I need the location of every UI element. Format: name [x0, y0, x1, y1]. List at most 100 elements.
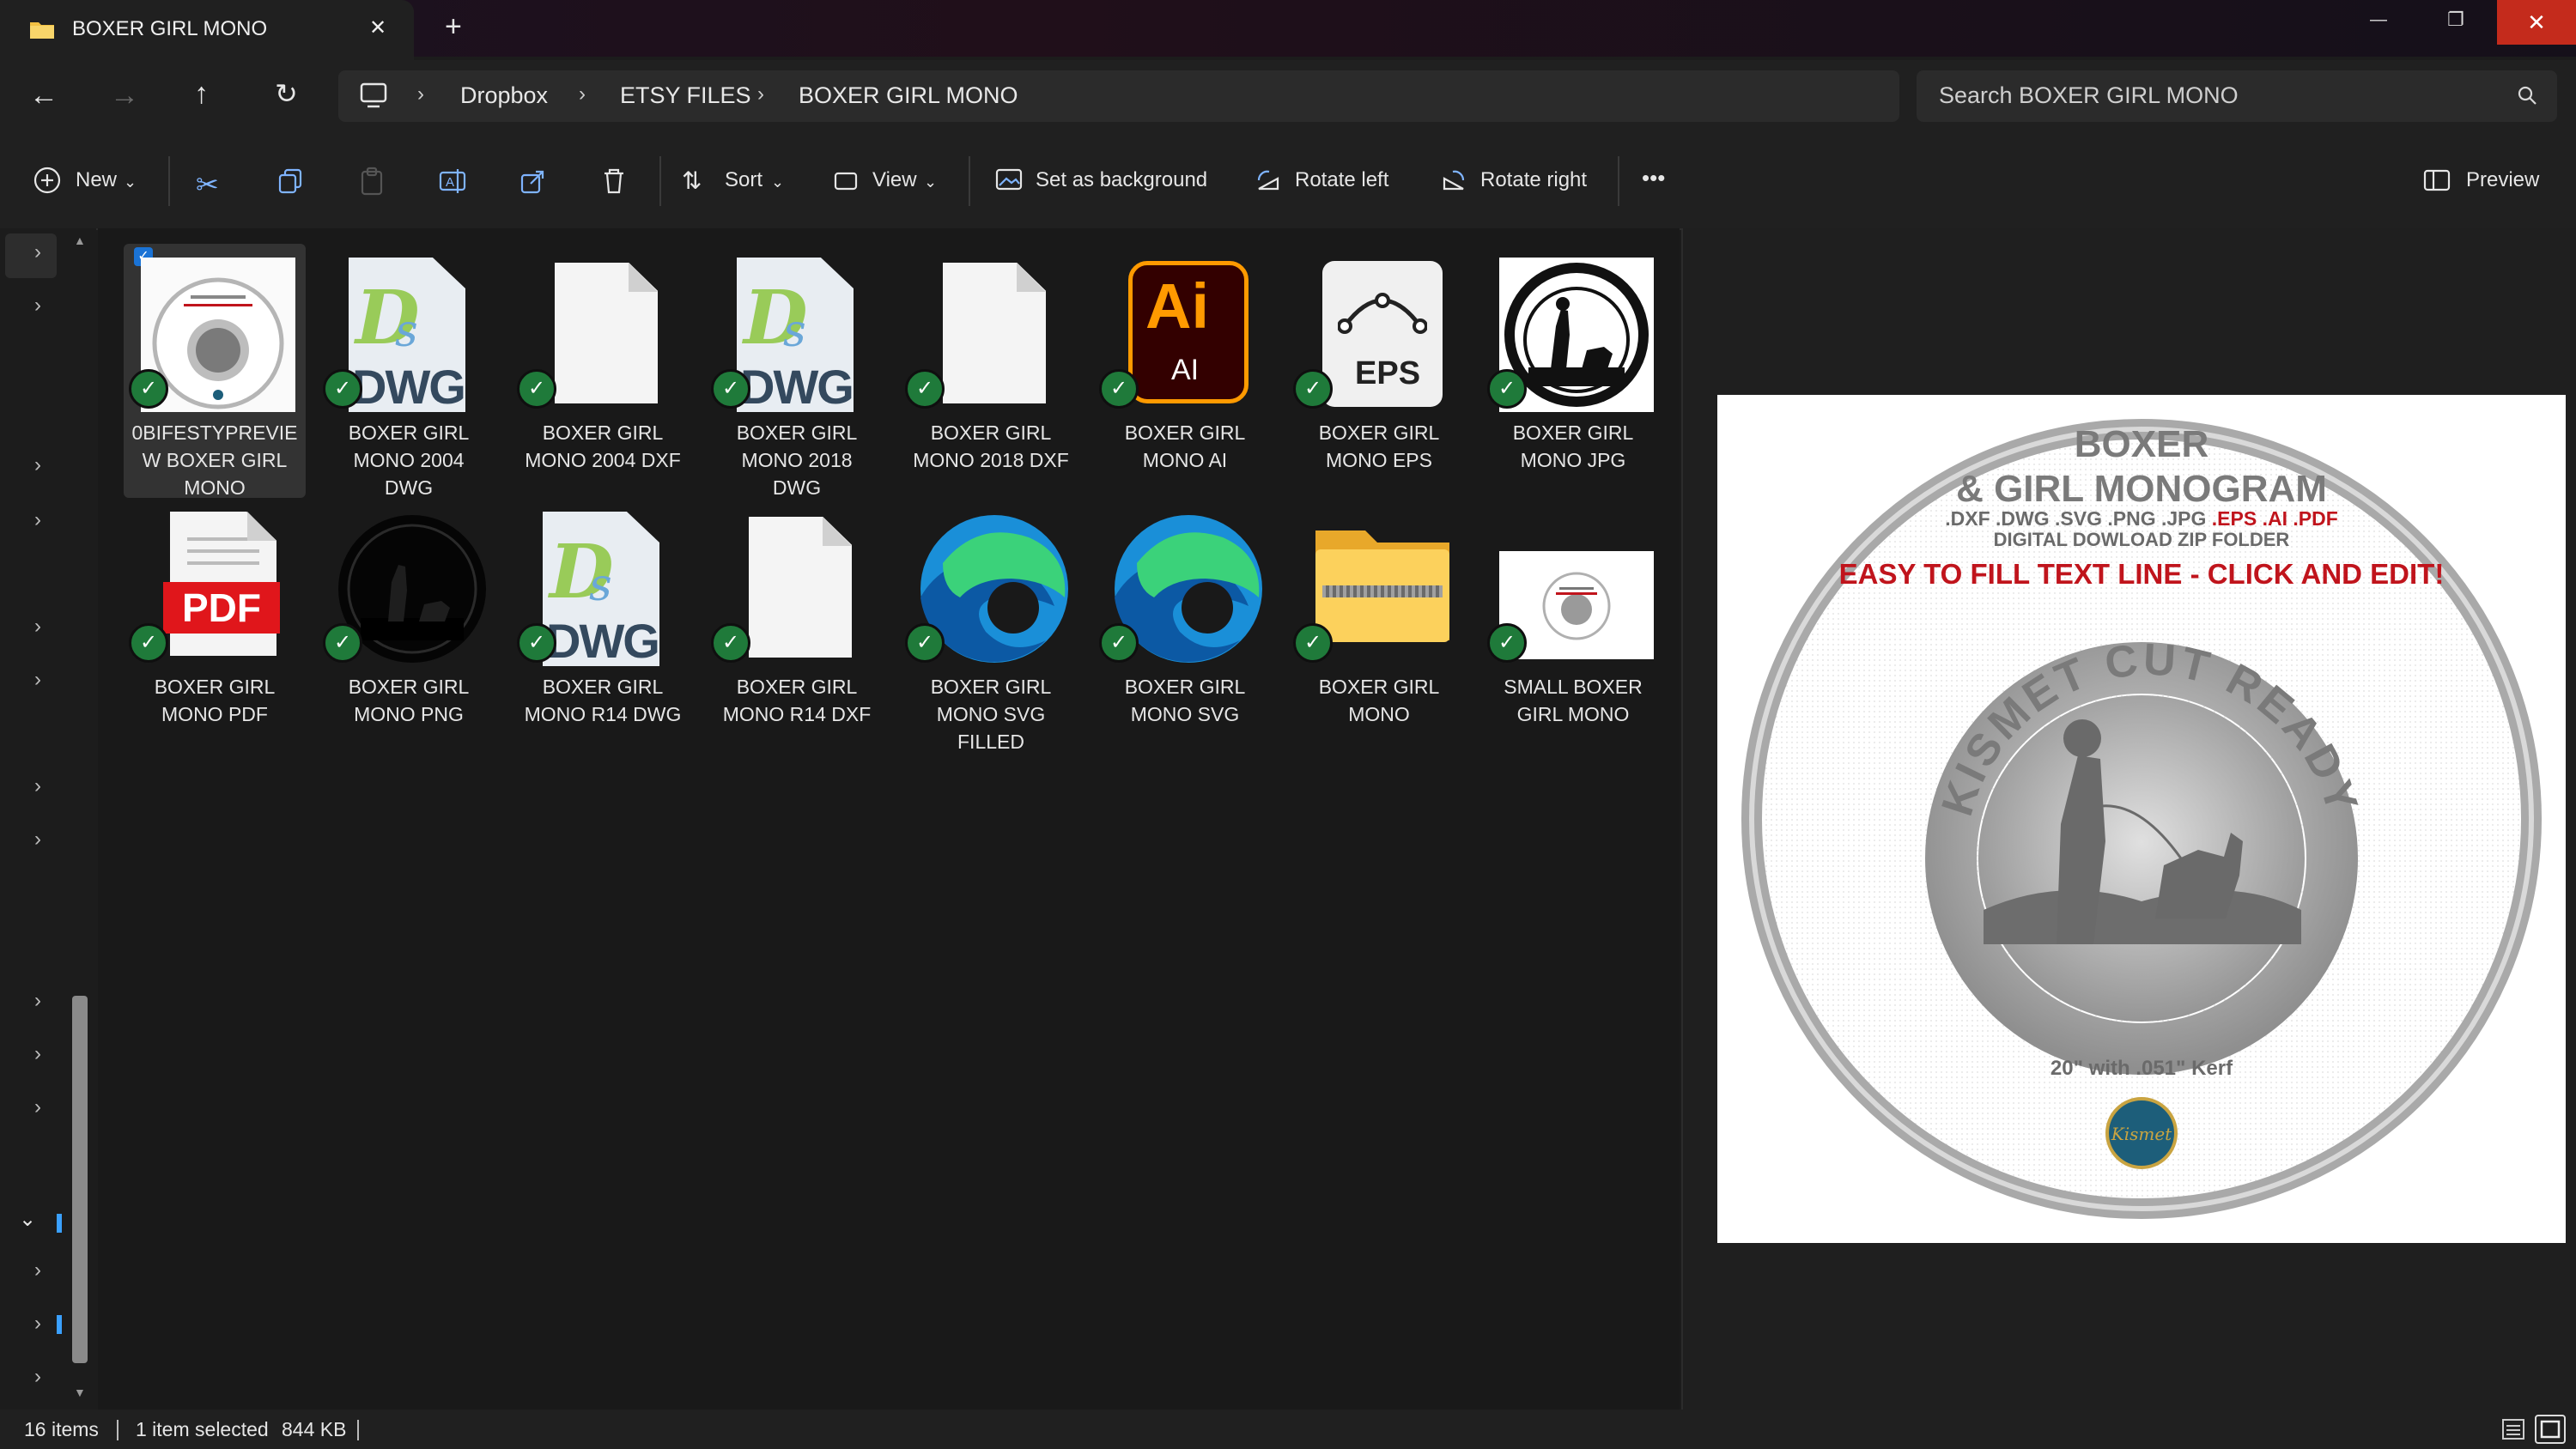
- file-name: MONO SVG: [936, 703, 1046, 725]
- file-name: BOXER GIRL: [154, 676, 276, 698]
- file-name: MONO PNG: [354, 703, 464, 725]
- chevron-right-icon[interactable]: ›: [34, 1365, 41, 1389]
- chevron-right-icon[interactable]: ›: [34, 1312, 41, 1336]
- file-item[interactable]: ✓ BOXER GIRL MONO JPG: [1482, 244, 1664, 498]
- chevron-right-icon[interactable]: ›: [34, 240, 41, 264]
- status-divider: [357, 1420, 359, 1440]
- refresh-icon[interactable]: ↻: [275, 77, 298, 110]
- chevron-right-icon[interactable]: ›: [34, 453, 41, 477]
- chevron-right-icon[interactable]: ›: [34, 1095, 41, 1119]
- sync-check-icon: ✓: [1487, 369, 1527, 409]
- chevron-down-icon[interactable]: ⌄: [19, 1207, 36, 1232]
- breadcrumb-current[interactable]: BOXER GIRL MONO: [799, 82, 1018, 109]
- file-item[interactable]: D s DWG ✓ BOXER GIRL MONO R14 DWG: [512, 498, 694, 773]
- chevron-down-icon[interactable]: ⌄: [124, 173, 137, 191]
- new-button[interactable]: New: [76, 168, 117, 192]
- tab-close-button[interactable]: ✕: [369, 15, 386, 40]
- file-item[interactable]: Ai AI ✓ BOXER GIRL MONO AI: [1094, 244, 1276, 498]
- breadcrumb-dropbox[interactable]: Dropbox: [460, 82, 548, 109]
- sync-check-icon: ✓: [517, 369, 556, 409]
- address-bar[interactable]: [338, 70, 1899, 122]
- chevron-right-icon[interactable]: ›: [34, 1258, 41, 1282]
- file-item[interactable]: D s DWG ✓ BOXER GIRL MONO 2018 DWG: [706, 244, 888, 499]
- selection-size: 844 KB: [282, 1418, 347, 1440]
- file-item[interactable]: ✓ BOXER GIRL MONO PNG: [318, 498, 500, 773]
- file-name: MONO AI: [1142, 449, 1228, 471]
- scroll-down-arrow[interactable]: ▼: [74, 1385, 86, 1399]
- restore-button[interactable]: ❐: [2447, 9, 2464, 31]
- chevron-right-icon[interactable]: ›: [579, 82, 586, 106]
- preview-pane-icon[interactable]: [2423, 168, 2451, 197]
- file-item[interactable]: ✓ SMALL BOXER GIRL MONO: [1482, 498, 1664, 773]
- more-options-button[interactable]: •••: [1642, 165, 1665, 191]
- chevron-right-icon[interactable]: ›: [34, 294, 41, 318]
- details-view-icon[interactable]: [2500, 1416, 2526, 1446]
- status-divider: [117, 1420, 118, 1440]
- folder-icon: [57, 1315, 62, 1334]
- file-name: BOXER GIRL: [542, 676, 664, 698]
- chevron-right-icon[interactable]: ›: [34, 828, 41, 852]
- chevron-right-icon[interactable]: ›: [34, 1042, 41, 1066]
- preview-image: KISMET CUT READY BOXER & GIRL MONOGRAM .…: [1717, 395, 2566, 1243]
- search-input[interactable]: Search BOXER GIRL MONO: [1939, 82, 2239, 109]
- file-name: GIRL MONO: [1516, 703, 1630, 725]
- set-background-button[interactable]: Set as background: [1036, 168, 1207, 192]
- preview-subtitle: DIGITAL DOWLOAD ZIP FOLDER: [1994, 529, 2290, 550]
- svg-text:A: A: [446, 175, 454, 190]
- minimize-button[interactable]: —: [2370, 10, 2387, 30]
- file-item[interactable]: PDF ✓ BOXER GIRL MONO PDF: [124, 498, 306, 773]
- preview-size-text: 20" with .051" Kerf: [2050, 1057, 2233, 1080]
- close-button[interactable]: ✕: [2497, 0, 2576, 45]
- share-icon[interactable]: [519, 167, 548, 200]
- this-pc-icon[interactable]: [359, 81, 388, 114]
- new-icon[interactable]: [33, 166, 62, 199]
- file-name: BOXER GIRL: [1318, 421, 1440, 444]
- file-item[interactable]: ✓ BOXER GIRL MONO SVG: [1094, 498, 1276, 773]
- copy-icon[interactable]: [276, 167, 306, 200]
- file-item[interactable]: ✓ BOXER GIRL MONO 2018 DXF: [900, 244, 1082, 498]
- scrollbar-thumb[interactable]: [72, 996, 88, 1363]
- chevron-right-icon[interactable]: ›: [34, 668, 41, 692]
- delete-icon[interactable]: [599, 167, 629, 200]
- sync-check-icon: ✓: [1099, 369, 1139, 409]
- forward-icon[interactable]: →: [110, 79, 139, 112]
- file-item[interactable]: D s DWG ✓ BOXER GIRL MONO 2004 DWG: [318, 244, 500, 499]
- sort-icon[interactable]: ⇅: [682, 167, 702, 195]
- chevron-down-icon[interactable]: ⌄: [924, 173, 937, 191]
- file-item[interactable]: ✓ ✓ 0BIFESTYPREVIE W BOXER GIRL MONO: [124, 244, 306, 499]
- paste-icon[interactable]: [357, 167, 386, 200]
- rotate-right-button[interactable]: Rotate right: [1480, 168, 1587, 192]
- rotate-right-icon[interactable]: [1439, 167, 1468, 200]
- preview-button[interactable]: Preview: [2466, 168, 2539, 192]
- chevron-down-icon[interactable]: ⌄: [771, 173, 784, 191]
- nav-row-highlight[interactable]: [5, 233, 57, 278]
- new-tab-button[interactable]: +: [445, 10, 462, 44]
- file-item[interactable]: ✓ BOXER GIRL MONO 2004 DXF: [512, 244, 694, 498]
- view-button[interactable]: View: [872, 168, 917, 192]
- file-item[interactable]: EPS ✓ BOXER GIRL MONO EPS: [1288, 244, 1470, 498]
- chevron-right-icon[interactable]: ›: [34, 774, 41, 798]
- sort-button[interactable]: Sort: [725, 168, 762, 192]
- set-background-icon[interactable]: [994, 167, 1025, 198]
- preview-title-1: BOXER: [2075, 423, 2208, 465]
- cut-icon[interactable]: ✂: [196, 168, 219, 201]
- chevron-right-icon[interactable]: ›: [34, 615, 41, 639]
- rename-icon[interactable]: A: [438, 167, 467, 200]
- rotate-left-icon[interactable]: [1254, 167, 1283, 200]
- chevron-right-icon[interactable]: ›: [34, 989, 41, 1013]
- file-item[interactable]: ✓ BOXER GIRL MONO: [1288, 498, 1470, 773]
- chevron-right-icon[interactable]: ›: [34, 508, 41, 532]
- rotate-left-button[interactable]: Rotate left: [1295, 168, 1388, 192]
- chevron-right-icon[interactable]: ›: [417, 82, 424, 106]
- up-icon[interactable]: ↑: [194, 77, 209, 111]
- scroll-up-arrow[interactable]: ▲: [74, 233, 86, 247]
- file-item[interactable]: ✓ BOXER GIRL MONO R14 DXF: [706, 498, 888, 773]
- breadcrumb-etsy-files[interactable]: ETSY FILES: [620, 82, 751, 109]
- chevron-right-icon[interactable]: ›: [757, 82, 764, 106]
- file-item[interactable]: ✓ BOXER GIRL MONO SVG FILLED: [900, 498, 1082, 773]
- search-icon[interactable]: [2516, 84, 2538, 111]
- file-name: BOXER GIRL: [736, 421, 858, 444]
- view-icon[interactable]: [833, 168, 859, 198]
- back-icon[interactable]: ←: [29, 79, 58, 112]
- large-icons-view-icon[interactable]: [2535, 1415, 2566, 1444]
